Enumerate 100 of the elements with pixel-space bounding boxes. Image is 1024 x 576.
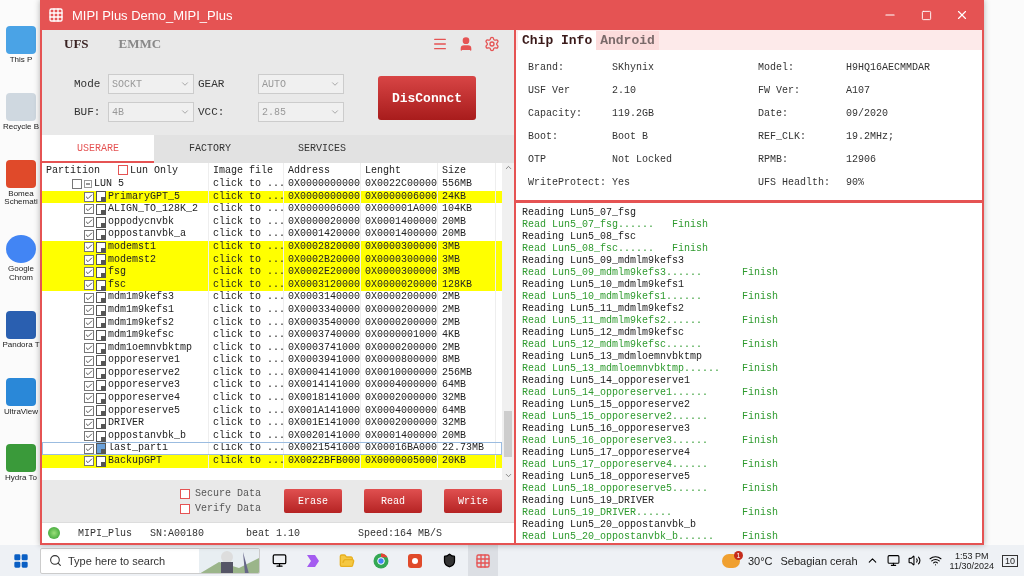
file-icon xyxy=(96,292,106,304)
wifi-icon[interactable] xyxy=(928,554,942,567)
partition-name: fsc xyxy=(108,278,126,291)
log-line: Reading Lun5_16_opporeserve3 xyxy=(522,423,691,435)
checkbox[interactable] xyxy=(84,305,94,316)
settings-button[interactable] xyxy=(484,35,500,52)
checkbox[interactable] xyxy=(84,418,94,429)
checkbox[interactable] xyxy=(84,254,94,265)
checkbox[interactable] xyxy=(84,443,94,454)
table-cell: click to ... xyxy=(209,303,284,317)
file-icon xyxy=(96,279,106,291)
checkbox[interactable] xyxy=(84,368,94,379)
action-button[interactable]: Write xyxy=(444,489,502,514)
table-cell: 3MB xyxy=(438,266,496,279)
checkbox[interactable] xyxy=(72,179,82,190)
table-cell: click to ... xyxy=(209,228,284,241)
desktop-app-icon[interactable] xyxy=(6,377,36,406)
checkbox[interactable] xyxy=(84,431,94,442)
area-tab[interactable]: SERVICES xyxy=(266,135,378,163)
log-status: Finish xyxy=(742,291,778,303)
device-tab[interactable]: UFS xyxy=(64,35,89,52)
table-cell: 0X0003941000 xyxy=(284,354,361,367)
area-tab[interactable]: FACTORY xyxy=(154,135,266,163)
table-cell: 0X0000300000 xyxy=(361,240,438,254)
desktop-app-icon[interactable] xyxy=(6,159,36,188)
info-label: FW Ver: xyxy=(758,84,801,98)
desktop-app-icon[interactable] xyxy=(6,235,36,264)
info-value: 2.10 xyxy=(612,84,637,98)
file-icon xyxy=(96,229,106,241)
table-cell: 0X0000005000 xyxy=(361,455,438,468)
checkbox[interactable] xyxy=(84,292,94,303)
speaker-icon[interactable] xyxy=(907,554,921,567)
checkbox[interactable] xyxy=(84,405,94,416)
checkbox[interactable] xyxy=(180,503,190,514)
scroll-thumb[interactable] xyxy=(504,411,512,458)
search-icon xyxy=(49,554,62,567)
desktop-app-icon[interactable] xyxy=(6,444,36,473)
partition-name: oppodycnvbk xyxy=(108,215,174,228)
checkbox-label: Secure Data xyxy=(195,488,261,500)
checkbox[interactable] xyxy=(84,456,94,467)
checkbox[interactable] xyxy=(84,317,94,328)
partition-row[interactable]: BackupGPT click to ... 0X0022BFB000 0X0000005000 20KB xyxy=(42,455,502,468)
log-line: Read Lun5_13_mdmloemnvbktmp...... xyxy=(522,363,721,374)
maximize-icon xyxy=(920,9,932,21)
checkbox[interactable] xyxy=(84,393,94,404)
action-button[interactable]: Erase xyxy=(283,489,342,514)
log-line: Reading Lun5_20_oppostanvbk_b xyxy=(522,519,697,531)
log-status: Finish xyxy=(742,339,778,351)
notification-count[interactable]: 10 xyxy=(1002,554,1018,567)
checkbox[interactable] xyxy=(84,204,94,215)
user-button[interactable] xyxy=(458,35,474,52)
file-icon xyxy=(96,430,106,442)
table-cell: 0X0001400000 xyxy=(361,228,438,241)
log-line: Read Lun5_09_mdmlm9kefs3...... xyxy=(522,267,703,278)
checkbox[interactable] xyxy=(84,280,94,291)
checkbox[interactable] xyxy=(118,165,128,176)
partition-name: fsg xyxy=(108,266,126,279)
log-line: Read Lun5_07_fsg...... xyxy=(522,219,655,230)
log-line: Reading Lun5_09_mdmlm9kefs3 xyxy=(522,255,685,267)
checkbox[interactable] xyxy=(84,355,94,366)
checkbox[interactable] xyxy=(84,217,94,228)
partition-name: mdm1m9kefs1 xyxy=(108,303,174,317)
area-tab[interactable]: USERARE xyxy=(42,135,154,163)
table-cell: click to ... xyxy=(209,455,284,468)
checkbox[interactable] xyxy=(84,229,94,240)
table-cell: 0X0000800000 xyxy=(361,354,438,367)
info-tab[interactable]: Android xyxy=(596,31,659,50)
file-icon xyxy=(96,392,106,404)
info-label: UFS Headlth: xyxy=(758,176,831,190)
scrollbar[interactable] xyxy=(502,163,514,481)
file-icon xyxy=(96,216,106,228)
checkbox[interactable] xyxy=(180,488,190,499)
clock[interactable]: 1:53 PM 11/30/2024 xyxy=(949,550,994,571)
partition-name: opporeserve4 xyxy=(108,392,180,405)
table-cell: click to ... xyxy=(209,178,284,191)
log-line: Read Lun5_10_mdmlm9kefs1...... xyxy=(522,291,703,302)
log-line: Read Lun5_14_opporeserve1...... xyxy=(522,387,709,398)
checkbox[interactable] xyxy=(84,330,94,341)
log-line: Read Lun5_12_mdmlm9kefsc...... xyxy=(522,339,703,350)
info-value: H9HQ16AECMMDAR xyxy=(846,61,931,75)
display-icon[interactable] xyxy=(886,554,900,567)
collapse-icon[interactable] xyxy=(84,180,92,189)
checkbox[interactable] xyxy=(84,380,94,391)
info-label: OTP xyxy=(528,153,547,167)
partition-row[interactable]: fsg click to ... 0X0002E20000 0X0000300000 3MB xyxy=(42,266,502,279)
checkbox[interactable] xyxy=(84,242,94,253)
action-button[interactable]: Read xyxy=(363,489,422,514)
scroll-up-icon xyxy=(503,163,513,172)
info-tab[interactable]: Chip Info xyxy=(518,31,597,50)
log-line: Reading Lun5_13_mdmloemnvbktmp xyxy=(522,351,703,363)
disconnect-button[interactable]: DisConnct xyxy=(378,76,476,121)
table-cell: click to ... xyxy=(209,240,284,254)
desktop-app-icon[interactable] xyxy=(6,310,36,339)
checkbox[interactable] xyxy=(84,191,94,202)
search-field[interactable]: Type here to search xyxy=(40,547,260,574)
table-cell: 0X0000000000 xyxy=(284,178,361,191)
checkbox[interactable] xyxy=(84,343,94,353)
checkbox[interactable] xyxy=(84,267,94,278)
checkbox-label: Lun Only xyxy=(130,164,179,178)
partition-name: DRIVER xyxy=(108,417,144,430)
